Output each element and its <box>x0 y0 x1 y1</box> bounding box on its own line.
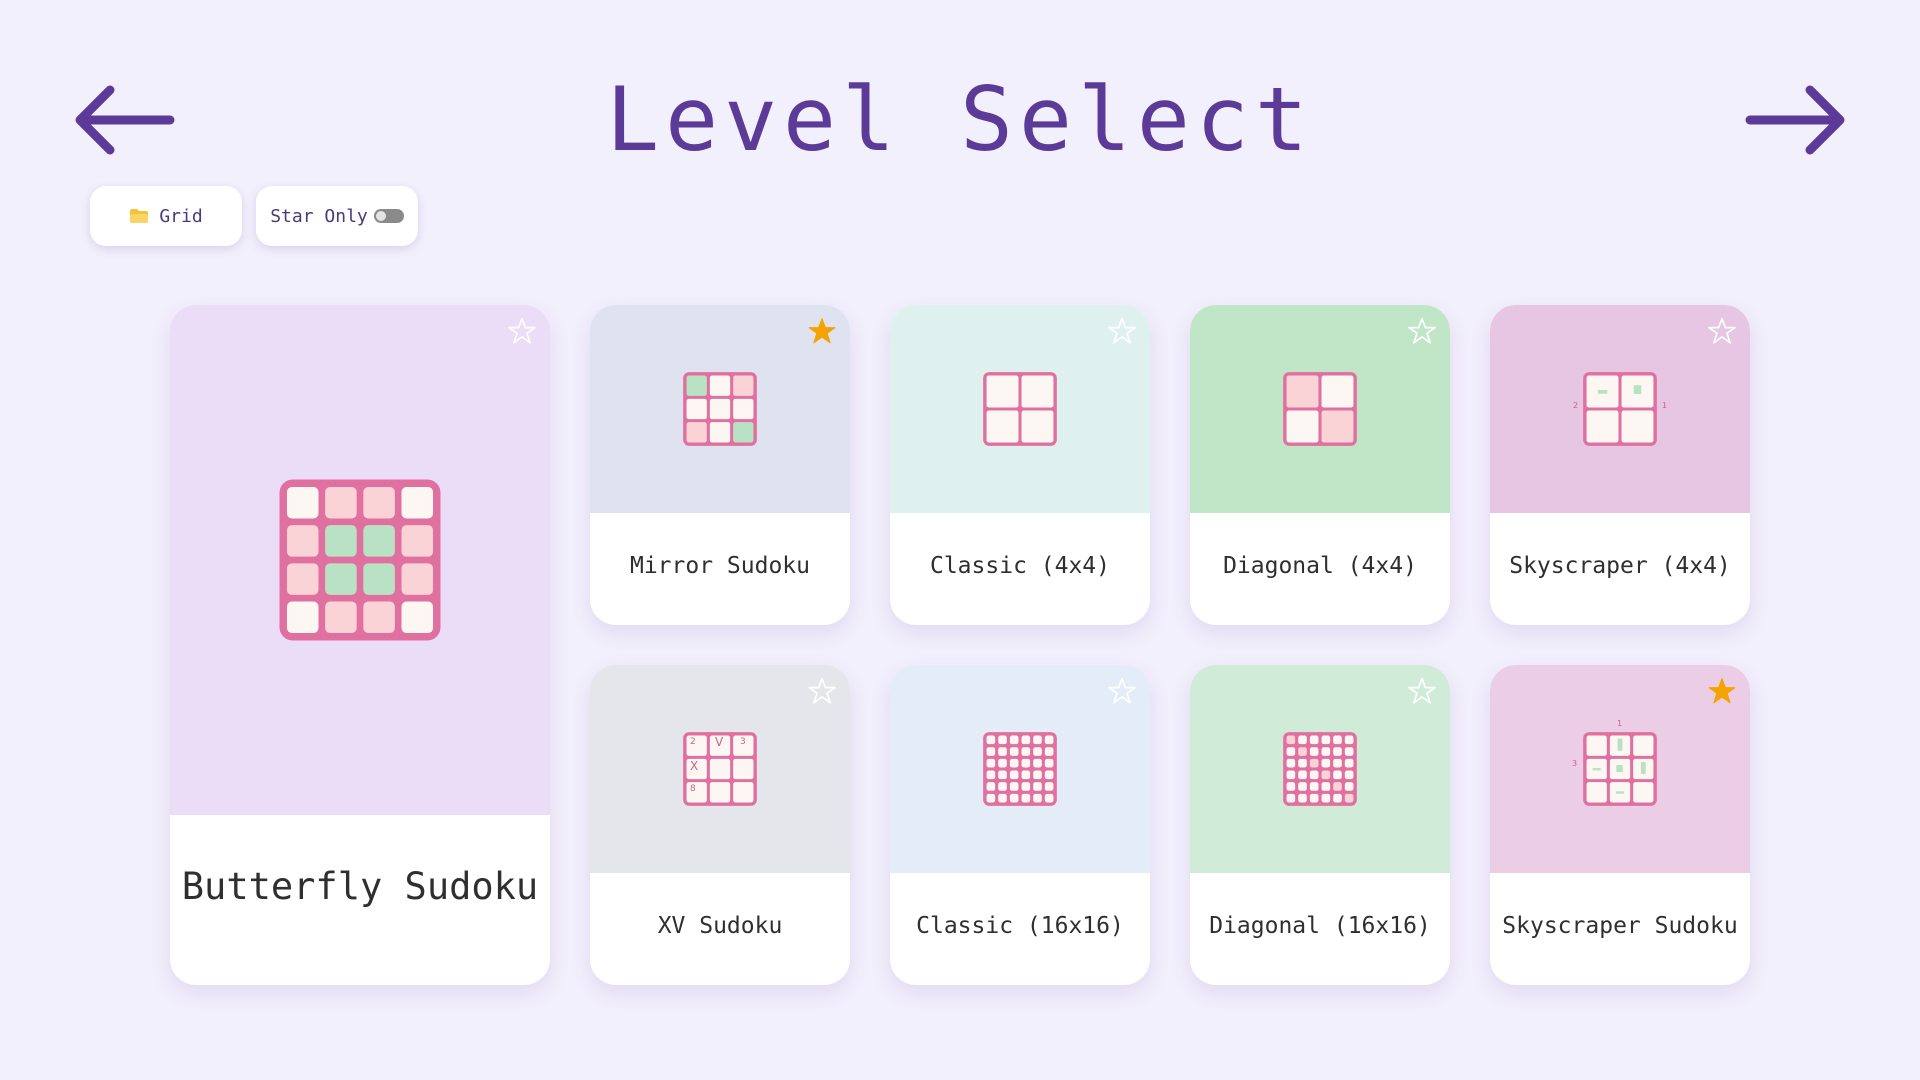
star-outline-icon[interactable] <box>1408 317 1436 345</box>
star-only-toggle[interactable]: Star Only <box>256 186 418 246</box>
level-name: Mirror Sudoku <box>629 553 810 579</box>
level-card-classic-16x16[interactable]: Classic (16x16) <box>890 665 1150 985</box>
skyscraper-clue-right: 1 <box>1662 401 1668 410</box>
xv-clue: 3 <box>740 737 746 747</box>
next-button[interactable] <box>1740 80 1850 160</box>
level-name: Butterfly Sudoku <box>181 865 539 908</box>
diagonal-16x16-icon <box>1282 731 1358 807</box>
level-name: Classic (16x16) <box>916 913 1124 939</box>
level-card-butterfly-sudoku[interactable]: Butterfly Sudoku <box>170 305 550 985</box>
star-filled-icon[interactable] <box>1708 677 1736 705</box>
star-outline-icon[interactable] <box>1708 317 1736 345</box>
classic-4x4-icon <box>982 371 1058 447</box>
level-card-xv-sudoku[interactable]: 2 V 3 X 8 XV Sudoku <box>590 665 850 985</box>
level-name: Diagonal (16x16) <box>1209 913 1431 939</box>
xv-clue: 2 <box>690 737 696 747</box>
arrow-right-icon <box>1745 85 1845 155</box>
skyscraper-clue-left: 2 <box>1573 401 1579 410</box>
butterfly-grid-icon <box>277 477 443 643</box>
skyscraper-grid-icon <box>1582 731 1658 807</box>
star-outline-icon[interactable] <box>808 677 836 705</box>
star-outline-icon[interactable] <box>508 317 536 345</box>
classic-16x16-icon <box>982 731 1058 807</box>
level-card-mirror-sudoku[interactable]: Mirror Sudoku <box>590 305 850 625</box>
toggle-switch[interactable] <box>373 209 404 223</box>
level-name: Diagonal (4x4) <box>1223 553 1417 579</box>
xv-clue: V <box>715 735 724 749</box>
skyscraper-clue-left: 3 <box>1572 759 1578 768</box>
skyscraper-4x4-icon <box>1582 371 1658 447</box>
xv-clue: X <box>690 759 699 773</box>
mirror-grid-icon <box>682 371 758 447</box>
level-name: Classic (4x4) <box>929 553 1110 579</box>
level-card-classic-4x4[interactable]: Classic (4x4) <box>890 305 1150 625</box>
level-name: Skyscraper (4x4) <box>1509 553 1731 579</box>
level-name: Skyscraper Sudoku <box>1502 913 1738 939</box>
level-name: XV Sudoku <box>657 913 783 939</box>
star-outline-icon[interactable] <box>1108 677 1136 705</box>
diagonal-4x4-icon <box>1282 371 1358 447</box>
toolbar: Grid Star Only <box>90 186 418 246</box>
folder-icon <box>129 208 149 224</box>
skyscraper-clue-top: 1 <box>1617 719 1623 728</box>
star-outline-icon[interactable] <box>1408 677 1436 705</box>
grid-view-button[interactable]: Grid <box>90 186 242 246</box>
page-title: Level Select <box>606 68 1314 171</box>
level-card-diagonal-4x4[interactable]: Diagonal (4x4) <box>1190 305 1450 625</box>
grid-view-label: Grid <box>159 205 203 227</box>
level-card-diagonal-16x16[interactable]: Diagonal (16x16) <box>1190 665 1450 985</box>
level-card-skyscraper-4x4[interactable]: 2 1 Skyscraper (4x4) <box>1490 305 1750 625</box>
star-only-label: Star Only <box>270 205 368 227</box>
star-filled-icon[interactable] <box>808 317 836 345</box>
level-card-skyscraper-sudoku[interactable]: 1 3 Skyscraper Sudoku <box>1490 665 1750 985</box>
xv-clue: 8 <box>690 784 696 794</box>
star-outline-icon[interactable] <box>1108 317 1136 345</box>
